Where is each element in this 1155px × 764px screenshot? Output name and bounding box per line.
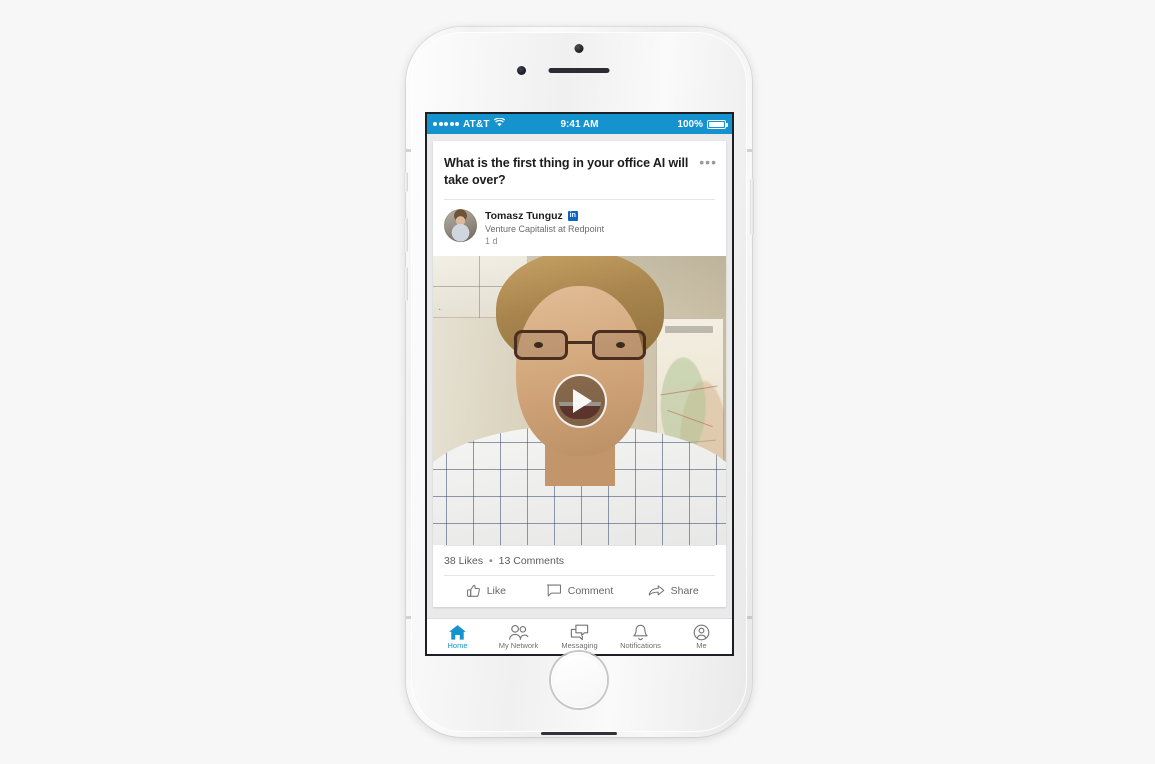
like-button[interactable]: Like (439, 583, 533, 598)
author-headline: Venture Capitalist at Redpoint (485, 224, 605, 234)
comment-count[interactable]: 13 Comments (499, 555, 564, 567)
antenna-line (747, 149, 752, 152)
tab-home[interactable]: Home (427, 624, 488, 650)
author-name-row: Tomasz Tunguz in (485, 210, 604, 222)
post-author[interactable]: Tomasz Tunguz in Venture Capitalist at R… (433, 200, 726, 256)
tab-my-network-label: My Network (498, 640, 539, 650)
antenna-line (747, 616, 752, 619)
post-actions: Like Comment Share (433, 576, 726, 607)
antenna-line (406, 616, 411, 619)
post-more-options-icon[interactable]: ••• (699, 155, 717, 169)
tab-notifications-label: Notifications (620, 640, 661, 650)
proximity-sensor-icon (517, 66, 526, 75)
tab-my-network[interactable]: My Network (488, 624, 549, 650)
status-bar-left: AT&T (433, 117, 505, 130)
counts-separator: • (489, 555, 493, 567)
comment-button[interactable]: Comment (533, 583, 627, 598)
home-icon (448, 624, 467, 641)
share-arrow-icon (648, 583, 665, 598)
mute-switch[interactable] (404, 172, 408, 192)
volume-down-button[interactable] (404, 267, 408, 301)
video-subject-face (515, 286, 644, 456)
comment-button-label: Comment (567, 584, 614, 597)
linkedin-badge-icon: in (567, 211, 578, 221)
like-count[interactable]: 38 Likes (444, 555, 483, 567)
scene: AT&T 9:41 AM 100% What is the first thin… (0, 0, 1155, 764)
avatar[interactable] (444, 209, 477, 242)
wifi-icon (493, 117, 505, 130)
post-title: What is the first thing in your office A… (444, 156, 689, 187)
battery-full-icon (707, 119, 728, 129)
video-subject-glasses (513, 330, 646, 360)
comment-bubble-icon (546, 583, 562, 598)
post-timestamp: 1 d (485, 236, 498, 246)
tab-notifications[interactable]: Notifications (610, 624, 671, 650)
signal-strength-icon (433, 122, 459, 126)
post-card: What is the first thing in your office A… (433, 141, 726, 607)
tab-me[interactable]: Me (671, 624, 732, 650)
power-button[interactable] (750, 179, 754, 235)
home-button[interactable] (551, 652, 607, 708)
status-bar: AT&T 9:41 AM 100% (427, 114, 732, 134)
play-icon[interactable] (552, 373, 607, 428)
messaging-icon (570, 624, 589, 641)
tab-home-label: Home (447, 640, 468, 650)
thumbs-up-icon (466, 583, 481, 598)
person-circle-icon (693, 624, 710, 641)
bottom-tab-bar: Home My Network Messaging Notifications … (427, 618, 732, 654)
phone-device: AT&T 9:41 AM 100% What is the first thin… (404, 27, 754, 737)
volume-up-button[interactable] (404, 218, 408, 252)
status-bar-right: 100% (677, 118, 728, 130)
people-icon (508, 624, 529, 641)
post-video[interactable] (433, 256, 726, 545)
antenna-line (406, 149, 411, 152)
engagement-counts: 38 Likes • 13 Comments (433, 546, 726, 575)
tab-messaging[interactable]: Messaging (549, 624, 610, 650)
tab-me-label: Me (696, 640, 707, 650)
share-button[interactable]: Share (626, 583, 720, 598)
bell-icon (632, 624, 649, 641)
phone-screen: AT&T 9:41 AM 100% What is the first thin… (427, 114, 732, 654)
front-camera-icon (574, 44, 584, 53)
author-name[interactable]: Tomasz Tunguz (485, 210, 563, 222)
carrier-label: AT&T (463, 118, 490, 130)
author-meta: Tomasz Tunguz in Venture Capitalist at R… (485, 209, 604, 246)
bottom-speaker-notch (541, 732, 617, 735)
tab-messaging-label: Messaging (561, 640, 598, 650)
share-button-label: Share (670, 584, 699, 597)
like-button-label: Like (486, 584, 506, 597)
feed: What is the first thing in your office A… (427, 134, 732, 654)
earpiece-speaker (548, 68, 610, 73)
battery-percent-label: 100% (677, 118, 703, 130)
